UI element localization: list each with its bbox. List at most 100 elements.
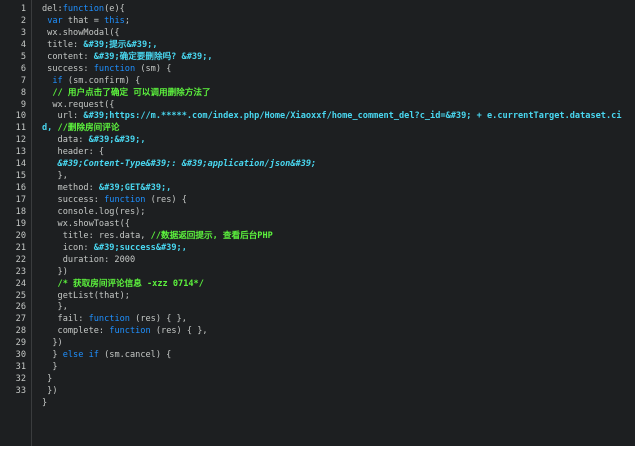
code-text: }): [42, 386, 58, 398]
line-number: 32: [15, 374, 26, 385]
code-token: (e){: [104, 4, 125, 14]
code-token: data:: [42, 135, 89, 146]
code-token: },: [42, 302, 68, 313]
code-line[interactable]: 31 }: [0, 362, 635, 374]
code-line[interactable]: 14 &#39;Content-Type&#39;: &#39;applicat…: [0, 159, 635, 171]
code-token: del:: [42, 4, 63, 14]
code-line[interactable]: 17 success: function (res) {: [0, 195, 635, 207]
code-text: },: [42, 302, 68, 314]
code-token: }: [42, 350, 63, 361]
line-number: 10: [15, 111, 26, 122]
line-number: 20: [15, 230, 26, 241]
code-line[interactable]: 24 /* 获取房间评论信息 -xzz 0714*/: [0, 279, 635, 291]
line-number: 1: [20, 4, 26, 14]
code-line[interactable]: 9 wx.request({: [0, 100, 635, 112]
code-token: duration: 2000: [42, 254, 136, 265]
code-line[interactable]: 6 success: function (sm) {: [0, 64, 635, 76]
code-token: }: [42, 362, 58, 373]
code-token: function: [62, 4, 105, 14]
code-token: (sm.cancel) {: [98, 350, 172, 361]
code-text: // 用户点击了确定 可以调用删除方法了: [42, 88, 210, 100]
code-text: } else if (sm.cancel) {: [42, 350, 171, 362]
code-line[interactable]: 22 duration: 2000: [0, 255, 635, 267]
code-text: &#39;Content-Type&#39;: &#39;application…: [42, 159, 317, 171]
code-token: console.log(res);: [42, 206, 146, 217]
code-text: del:function(e){: [42, 4, 125, 16]
code-line[interactable]: 27 fail: function (res) { },: [0, 314, 635, 326]
code-line[interactable]: 7 if (sm.confirm) {: [0, 76, 635, 88]
line-number: 4: [20, 39, 26, 50]
line-number: 31: [15, 362, 26, 373]
line-number: 24: [15, 278, 26, 289]
code-line[interactable]: 28 complete: function (res) { },: [0, 326, 635, 338]
code-text: header: {: [42, 147, 105, 159]
code-token: }): [42, 386, 58, 396]
line-number: 6: [20, 63, 26, 74]
code-line[interactable]: 16 method: &#39;GET&#39;,: [0, 183, 635, 195]
code-line[interactable]: 19 wx.showToast({: [0, 219, 635, 231]
code-line[interactable]: 21 icon: &#39;success&#39;,: [0, 243, 635, 255]
code-line[interactable]: 3 wx.showModal({: [0, 28, 635, 40]
code-token: icon:: [42, 242, 94, 253]
line-number: 19: [15, 218, 26, 229]
line-number: 3: [20, 27, 26, 38]
code-text: }: [42, 362, 58, 374]
code-token: wx.showToast({: [42, 218, 130, 229]
code-text: complete: function (res) { },: [42, 326, 208, 338]
code-line[interactable]: 4 title: &#39;提示&#39;,: [0, 40, 635, 52]
code-text: fail: function (res) { },: [42, 314, 187, 326]
code-line[interactable]: 30 } else if (sm.cancel) {: [0, 350, 635, 362]
code-token: d,: [42, 123, 58, 134]
line-number: 27: [15, 314, 26, 325]
code-line[interactable]: 15 },: [0, 171, 635, 183]
line-number: 29: [15, 338, 26, 349]
code-text: if (sm.confirm) {: [42, 76, 140, 88]
code-line[interactable]: 29 }): [0, 338, 635, 350]
code-line[interactable]: 23 }): [0, 267, 635, 279]
code-token: getList(that);: [42, 290, 130, 301]
code-token: (sm) {: [135, 63, 172, 74]
code-line[interactable]: 1 del:function(e){: [0, 4, 635, 16]
code-token: function: [104, 195, 146, 205]
code-line[interactable]: }: [0, 398, 635, 410]
line-number: 28: [15, 326, 26, 337]
code-line[interactable]: 32 }: [0, 374, 635, 386]
code-token: wx.request({: [42, 99, 115, 110]
code-line[interactable]: 8 // 用户点击了确定 可以调用删除方法了: [0, 88, 635, 100]
code-token: if: [52, 75, 63, 86]
line-number: 22: [15, 254, 26, 265]
code-line[interactable]: 2 var that = this;: [0, 16, 635, 28]
code-token: (res) { },: [150, 326, 208, 337]
code-line[interactable]: 10 url: &#39;https://m.*****.com/index.p…: [0, 111, 635, 123]
code-text: data: &#39;&#39;,: [42, 135, 146, 147]
code-token: function: [109, 326, 151, 337]
code-line[interactable]: 26 },: [0, 302, 635, 314]
line-number: 21: [15, 242, 26, 253]
code-token: function: [93, 63, 136, 74]
code-line[interactable]: 33 }): [0, 386, 635, 398]
code-token: var: [47, 15, 63, 26]
code-editor[interactable]: 1 del:function(e){2 var that = this; 3 wx.…: [0, 0, 635, 446]
code-text: /* 获取房间评论信息 -xzz 0714*/: [42, 279, 204, 291]
code-text: success: function (res) {: [42, 195, 187, 207]
code-line[interactable]: 18 console.log(res);: [0, 207, 635, 219]
code-token: url:: [42, 111, 84, 122]
code-text: method: &#39;GET&#39;,: [42, 183, 172, 195]
code-line[interactable]: 13 header: {: [0, 147, 635, 159]
code-text: duration: 2000: [42, 255, 135, 267]
code-lines: 1 del:function(e){2 var that = this; 3 wx.…: [0, 4, 635, 410]
code-text: title: res.data, //数据返回提示, 查看后台PHP: [42, 231, 273, 243]
code-line[interactable]: 20 title: res.data, //数据返回提示, 查看后台PHP: [0, 231, 635, 243]
code-line[interactable]: 12 data: &#39;&#39;,: [0, 135, 635, 147]
code-token: &#39;Content-Type&#39;: &#39;application…: [57, 159, 317, 170]
code-line[interactable]: 5 content: &#39;确定要删除吗? &#39;,: [0, 52, 635, 64]
code-text: console.log(res);: [42, 206, 146, 219]
line-number: 12: [15, 135, 26, 146]
code-line[interactable]: 25 getList(that);: [0, 291, 635, 303]
code-text: wx.showModal({: [42, 28, 119, 40]
code-line[interactable]: 11 d, //删除房间评论: [0, 123, 635, 135]
code-token: function: [88, 314, 130, 325]
